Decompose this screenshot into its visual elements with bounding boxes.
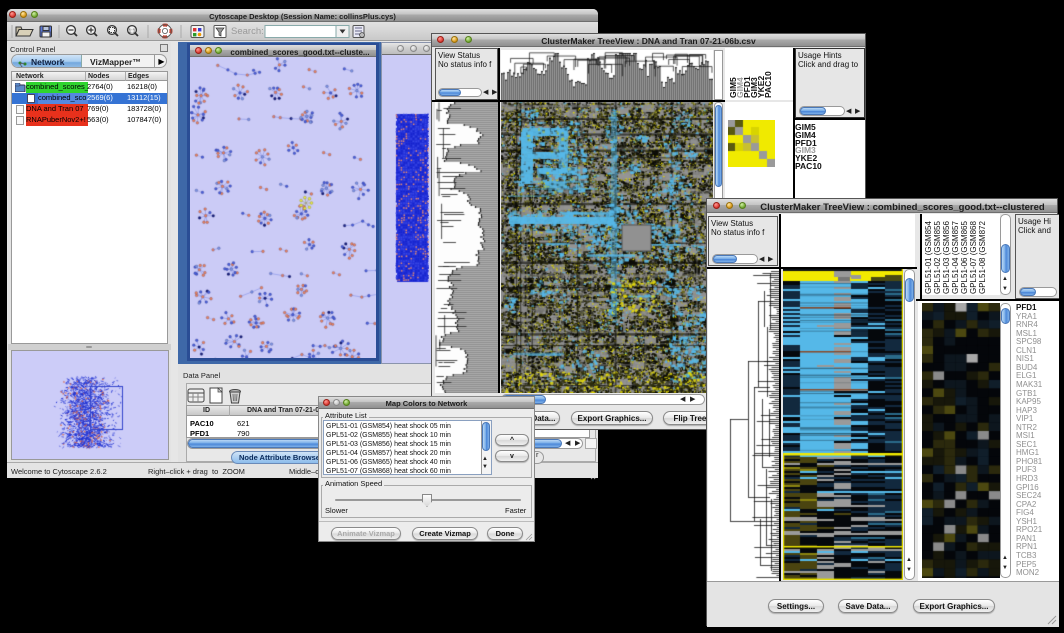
svg-text:Search:: Search: [231, 26, 264, 37]
svg-text:1:1: 1:1 [129, 29, 136, 35]
